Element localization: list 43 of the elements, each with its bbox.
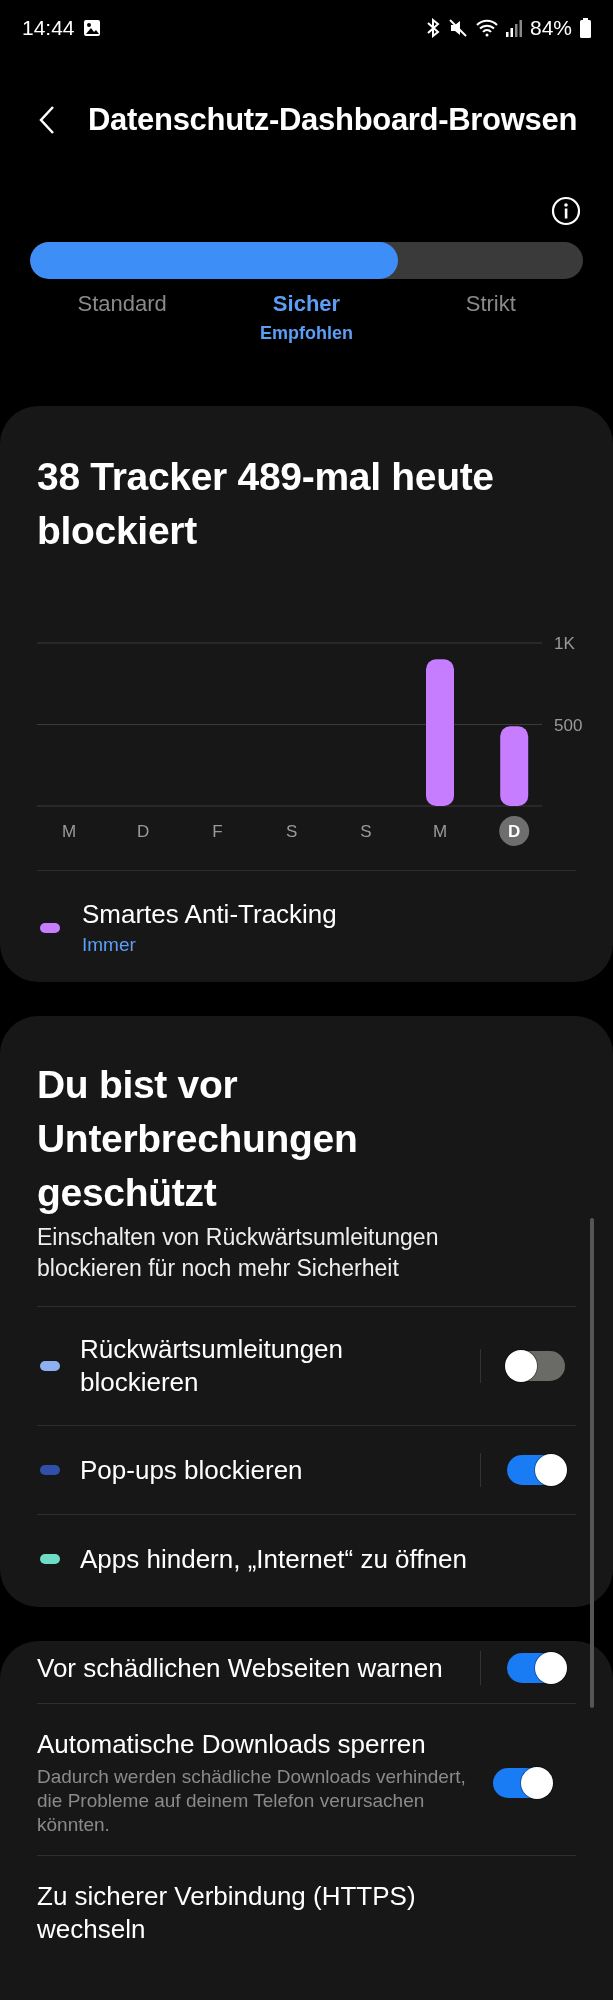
wifi-icon (475, 18, 498, 37)
image-icon (82, 18, 101, 37)
day-label: F (212, 822, 223, 841)
setting-description: Dadurch werden schädliche Downloads verhindert, die Probleme auf deinem Telefon verursachen könnten. (37, 1765, 467, 1837)
level-option[interactable]: Sicher (272, 291, 341, 317)
day-label: S (360, 822, 372, 841)
setting-label: Zu sicherer Verbindung (HTTPS) wechseln (37, 1880, 417, 1946)
day-label: D (137, 822, 150, 841)
signal-icon (505, 18, 522, 37)
setting-label: Vor schädlichen Webseiten warnen (37, 1651, 444, 1685)
axis-label: 500 (554, 715, 583, 735)
info-icon[interactable] (551, 196, 581, 226)
page-title: Datenschutz-Dashboard-Browsen (88, 102, 578, 138)
back-icon[interactable] (38, 105, 56, 135)
card-title: Du bist vor Unterbrechungen geschützt (37, 1062, 359, 1216)
card-description: Einschalten von Rückwärtsumleitungen blockieren für noch mehr Sicherheit (37, 1223, 440, 1283)
legend-subtitle: Immer (82, 934, 137, 956)
toggle-switch[interactable] (507, 1653, 565, 1683)
setting-label: Rückwärtsumleitungen blockieren (80, 1333, 344, 1399)
level-option[interactable]: Standard (77, 291, 167, 317)
day-label: S (285, 822, 298, 841)
toggle-switch[interactable] (507, 1351, 565, 1381)
bluetooth-icon (425, 17, 440, 38)
toggle-switch[interactable] (493, 1767, 551, 1798)
setting-label: Automatische Downloads sperren (37, 1728, 427, 1761)
legend-label: Smartes Anti-Tracking (82, 899, 337, 930)
setting-label: Apps hindern, „Internet“ zu öffnen (80, 1542, 468, 1576)
status-time: 14:44 (22, 15, 75, 40)
toggle-switch[interactable] (507, 1455, 565, 1485)
level-option[interactable]: Strikt (465, 291, 516, 317)
day-highlight (499, 816, 530, 846)
battery-percentage: 84% (529, 15, 572, 40)
setting-label: Pop-ups blockieren (80, 1453, 304, 1487)
protection-slider[interactable] (30, 242, 583, 279)
battery-icon (580, 17, 591, 38)
recommended-label: Empfohlen (260, 323, 353, 344)
day-label: M (61, 822, 77, 841)
day-label: M (432, 822, 448, 841)
card-title: 38 Tracker 489-mal heute blockiert (37, 454, 495, 554)
scrollbar[interactable] (590, 1218, 594, 1708)
day-label: D (508, 822, 521, 841)
axis-label: 1K (554, 634, 575, 653)
mute-icon (447, 17, 468, 38)
